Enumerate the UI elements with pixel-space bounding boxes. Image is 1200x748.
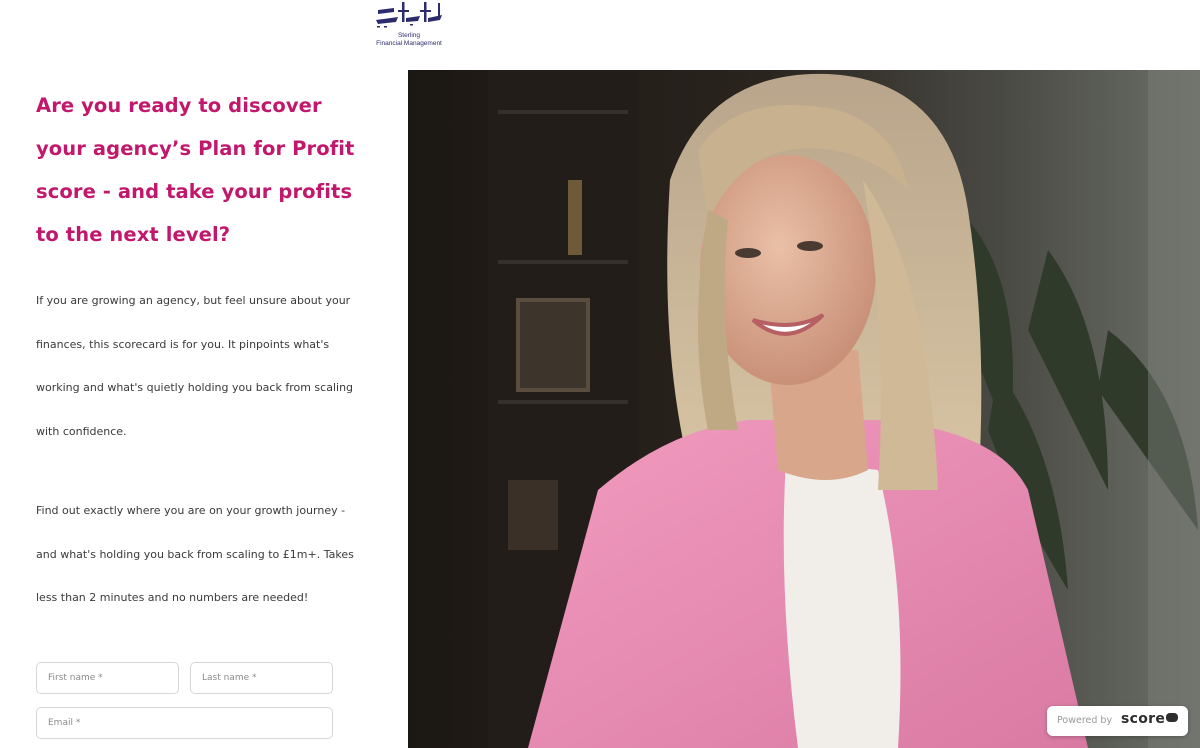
paragraph-line: and what's holding you back from scaling…	[36, 547, 354, 561]
paragraph-line: Find out exactly where you are on your g…	[36, 504, 346, 517]
logo-mark-icon	[376, 2, 442, 28]
score-brand-logo: score	[1121, 711, 1179, 727]
logo-subtitle: Financial Management	[376, 40, 442, 47]
headline-line: score - and take your profits	[36, 180, 353, 203]
page-headline: Are you ready to discover your agency’s …	[36, 84, 376, 256]
paragraph-line: with confidence.	[36, 424, 127, 438]
powered-by-badge[interactable]: Powered by score	[1047, 706, 1188, 736]
powered-by-label: Powered by	[1057, 715, 1113, 726]
details-paragraph: Find out exactly where you are on your g…	[36, 489, 366, 620]
intro-paragraph: If you are growing an agency, but feel u…	[36, 279, 366, 453]
paragraph-line: finances, this scorecard is for you. It …	[36, 337, 330, 351]
paragraph-line: If you are growing an agency, but feel u…	[36, 294, 351, 307]
score-brand-text: score	[1121, 711, 1166, 727]
headline-line: Are you ready to discover	[36, 94, 322, 117]
hero-photo	[408, 70, 1200, 748]
score-logo-icon	[1166, 713, 1179, 722]
last-name-input[interactable]: Last name *	[190, 662, 333, 694]
paragraph-line: less than 2 minutes and no numbers are n…	[36, 591, 309, 604]
paragraph-line: working and what's quietly holding you b…	[36, 381, 354, 394]
logo-name: Sterling	[397, 32, 421, 39]
headline-line: to the next level?	[36, 223, 231, 246]
company-logo[interactable]: Sterling Financial Management	[368, 0, 450, 56]
intro-panel: Are you ready to discover your agency’s …	[0, 70, 408, 748]
header: Sterling Financial Management	[0, 0, 1200, 70]
first-name-input[interactable]: First name *	[36, 662, 179, 694]
email-input[interactable]: Email *	[36, 707, 333, 739]
headline-line: your agency’s Plan for Profit	[36, 137, 355, 160]
